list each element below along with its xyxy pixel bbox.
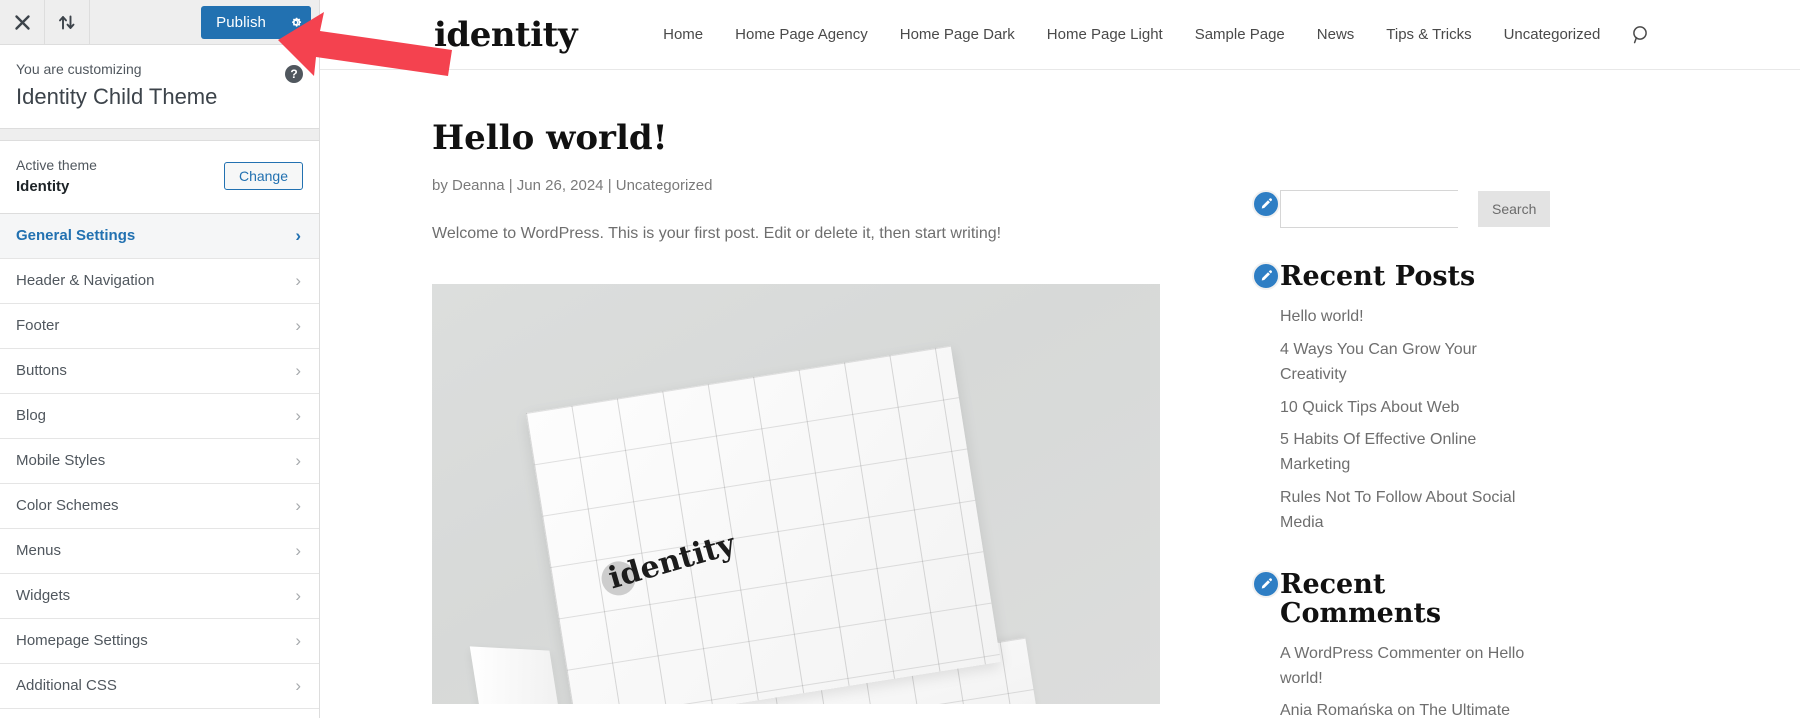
panel-label: Homepage Settings	[16, 632, 148, 650]
site-header: identity Home Home Page Agency Home Page D…	[320, 0, 1800, 70]
nav-item-home-page-agency[interactable]: Home Page Agency	[719, 26, 884, 43]
search-icon[interactable]	[1630, 24, 1652, 46]
change-theme-button[interactable]: Change	[223, 161, 303, 190]
active-theme-row: Active theme Identity Change	[0, 141, 319, 214]
nav-item-news[interactable]: News	[1301, 26, 1371, 43]
search-form: Search	[1280, 190, 1551, 228]
panel-label: Widgets	[16, 587, 71, 605]
nav-item-uncategorized[interactable]: Uncategorized	[1488, 26, 1617, 43]
chevron-right-icon: ›	[295, 271, 301, 291]
search-widget: Search	[1252, 190, 1551, 228]
panel-label: Mobile Styles	[16, 452, 106, 470]
publish-button[interactable]: Publish	[201, 14, 279, 31]
widget-title: Recent Posts	[1280, 261, 1476, 292]
list-item[interactable]: 10 Quick Tips About Web	[1280, 396, 1540, 421]
customizer-panel-general-settings[interactable]: General Settings ›	[0, 213, 319, 259]
nav-item-home-page-dark[interactable]: Home Page Dark	[884, 26, 1031, 43]
customizer-panel-additional-css[interactable]: Additional CSS ›	[0, 663, 319, 709]
customizer-toolbar: Publish	[0, 0, 319, 45]
nav-item-home[interactable]: Home	[647, 26, 719, 43]
recent-comments-list: A WordPress Commenter on Hello world! Ani…	[1280, 642, 1540, 718]
panel-label: Buttons	[16, 362, 67, 380]
recent-comments-widget: Recent Comments A WordPress Commenter on…	[1252, 568, 1540, 718]
post-featured-image: identity	[432, 284, 1160, 705]
customizer-sidebar: Publish You are customizing Identity Chi…	[0, 0, 320, 718]
customizer-panel-blog[interactable]: Blog ›	[0, 393, 319, 439]
panel-label: Footer	[16, 317, 60, 335]
post-meta: by Deanna | Jun 26, 2024 | Uncategorized	[432, 176, 713, 194]
panel-label: Color Schemes	[16, 497, 119, 515]
search-submit-button[interactable]: Search	[1478, 191, 1551, 227]
list-item[interactable]: 4 Ways You Can Grow Your Creativity	[1280, 338, 1540, 388]
site-preview: identity Home Home Page Agency Home Page D…	[320, 0, 1800, 718]
collapse-sidebar-icon[interactable]	[45, 0, 90, 44]
screen: Publish You are customizing Identity Chi…	[0, 0, 1800, 718]
primary-navigation: Home Home Page Agency Home Page Dark Home P…	[647, 26, 1616, 43]
help-icon[interactable]: ?	[285, 65, 303, 83]
list-item[interactable]: Rules Not To Follow About Social Media	[1280, 486, 1540, 536]
customizer-panel-color-schemes[interactable]: Color Schemes ›	[0, 483, 319, 529]
publish-area: Publish	[201, 0, 319, 44]
card-front: identity	[525, 346, 1001, 705]
chevron-right-icon: ›	[295, 541, 301, 561]
customizing-theme-name: Identity Child Theme	[16, 84, 218, 109]
chevron-right-icon: ›	[295, 316, 301, 336]
widget-title: Recent Comments	[1280, 568, 1442, 629]
chevron-right-icon: ›	[295, 631, 301, 651]
chevron-right-icon: ›	[295, 226, 301, 246]
site-sidebar: Search Recent Posts Hello world! 4 Ways Y…	[1252, 70, 1551, 718]
chevron-right-icon: ›	[295, 451, 301, 471]
nav-item-home-page-light[interactable]: Home Page Light	[1031, 26, 1179, 43]
site-logo[interactable]: identity	[434, 15, 578, 55]
search-input[interactable]	[1281, 191, 1478, 227]
active-theme-name: Identity	[16, 177, 70, 195]
list-item[interactable]: Ania Romańska on The Ultimate Guide To	[1280, 699, 1540, 718]
edit-pencil-icon[interactable]	[1252, 262, 1280, 290]
customizing-label: You are customizing	[16, 61, 142, 77]
panel-divider	[0, 128, 319, 141]
chevron-right-icon: ›	[295, 586, 301, 606]
business-card-mockup: identity	[469, 340, 1051, 705]
panel-label: General Settings	[16, 227, 136, 245]
list-item[interactable]: Hello world!	[1280, 305, 1540, 330]
recent-posts-list: Hello world! 4 Ways You Can Grow Your Cre…	[1280, 305, 1540, 535]
close-icon[interactable]	[0, 0, 45, 44]
active-theme-info: Active theme Identity	[16, 155, 97, 197]
customizer-panel-list: General Settings › Header & Navigation › Foo…	[0, 213, 319, 709]
chevron-right-icon: ›	[295, 361, 301, 381]
chevron-right-icon: ›	[295, 676, 301, 696]
customizer-panel-buttons[interactable]: Buttons ›	[0, 348, 319, 394]
post-content: Hello world! by Deanna | Jun 26, 2024 | …	[320, 70, 1210, 718]
active-theme-label: Active theme	[16, 156, 97, 173]
customizer-panel-footer[interactable]: Footer ›	[0, 303, 319, 349]
panel-label: Menus	[16, 542, 62, 560]
gear-icon[interactable]	[279, 5, 311, 39]
customizer-panel-menus[interactable]: Menus ›	[0, 528, 319, 574]
chevron-right-icon: ›	[295, 406, 301, 426]
chevron-right-icon: ›	[295, 496, 301, 516]
panel-label: Header & Navigation	[16, 272, 155, 290]
list-item[interactable]: 5 Habits Of Effective Online Marketing	[1280, 428, 1540, 478]
page-title: Hello world!	[432, 118, 668, 158]
card-grid-front	[525, 346, 1001, 705]
customizer-panel-widgets[interactable]: Widgets ›	[0, 573, 319, 619]
list-item[interactable]: A WordPress Commenter on Hello world!	[1280, 642, 1540, 692]
customizer-heading: You are customizing Identity Child Theme…	[0, 45, 319, 129]
panel-label: Additional CSS	[16, 677, 117, 695]
publish-button-group[interactable]: Publish	[201, 5, 311, 39]
nav-item-tips-tricks[interactable]: Tips & Tricks	[1370, 26, 1487, 43]
customizer-panel-header-navigation[interactable]: Header & Navigation ›	[0, 258, 319, 304]
customizer-panel-mobile-styles[interactable]: Mobile Styles ›	[0, 438, 319, 484]
post-excerpt: Welcome to WordPress. This is your first…	[432, 224, 1002, 242]
edit-pencil-icon[interactable]	[1252, 190, 1280, 218]
site-body: Hello world! by Deanna | Jun 26, 2024 | …	[320, 70, 1800, 718]
recent-posts-widget: Recent Posts Hello world! 4 Ways You Can …	[1252, 261, 1540, 536]
edit-pencil-icon[interactable]	[1252, 569, 1280, 598]
panel-label: Blog	[16, 407, 47, 425]
customizer-panel-homepage-settings[interactable]: Homepage Settings ›	[0, 618, 319, 664]
nav-item-sample-page[interactable]: Sample Page	[1179, 26, 1301, 43]
